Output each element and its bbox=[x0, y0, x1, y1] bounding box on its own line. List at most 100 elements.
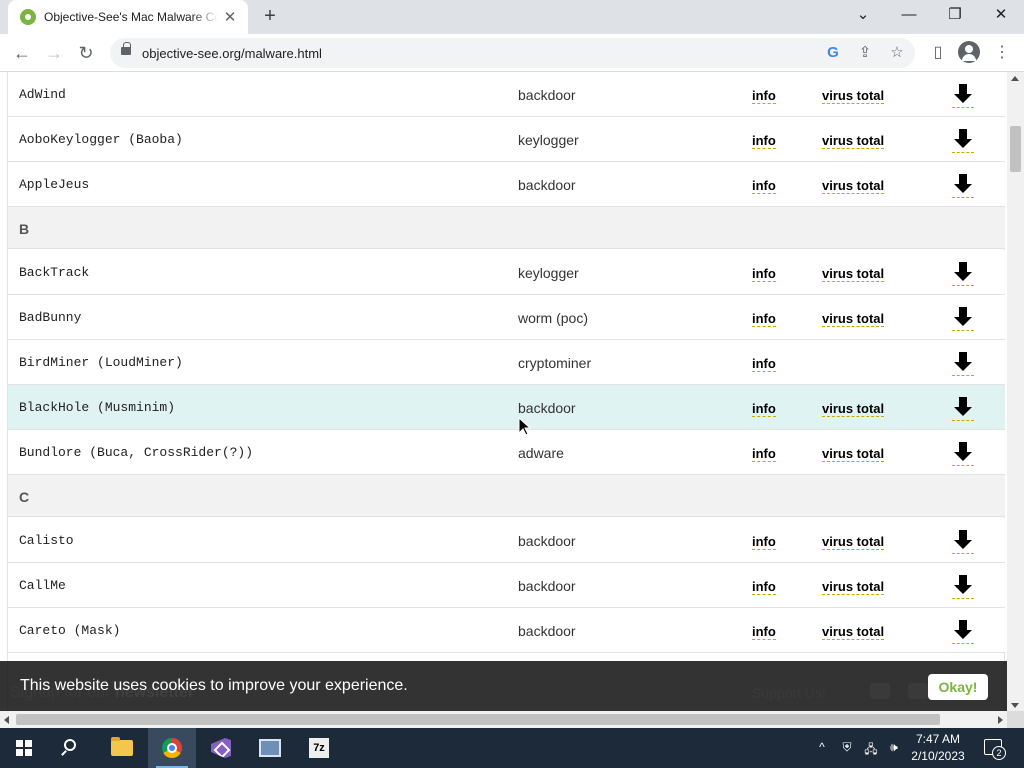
start-button[interactable] bbox=[0, 728, 48, 768]
minimize-button[interactable]: — bbox=[886, 0, 932, 30]
letter-section-header: C bbox=[8, 475, 1005, 517]
virus-total-link[interactable]: virus total bbox=[822, 88, 885, 104]
malware-row: CallMe backdoor info virus total bbox=[8, 563, 1005, 608]
malware-row: Calisto backdoor info virus total bbox=[8, 518, 1005, 563]
vertical-scroll-thumb[interactable] bbox=[1010, 126, 1021, 172]
browser-tab[interactable]: Objective-See's Mac Malware Collection ✕ bbox=[8, 0, 248, 34]
malware-name: BlackHole (Musminim) bbox=[19, 400, 176, 415]
back-button[interactable]: ← bbox=[8, 39, 36, 67]
info-link[interactable]: info bbox=[752, 446, 776, 462]
restore-button[interactable]: ❐ bbox=[932, 0, 978, 30]
folder-icon bbox=[111, 737, 133, 756]
menu-kebab-icon[interactable]: ⋮ bbox=[988, 39, 1016, 67]
bookmark-star-icon[interactable]: ☆ bbox=[887, 43, 907, 63]
share-icon[interactable]: ⇪ bbox=[855, 43, 875, 63]
show-hidden-icons-chevron-icon[interactable]: ^ bbox=[814, 740, 830, 756]
visual-studio-button[interactable] bbox=[197, 728, 245, 768]
scroll-left-arrow-icon[interactable] bbox=[4, 716, 9, 724]
info-link[interactable]: info bbox=[752, 356, 776, 372]
download-arrow-icon[interactable] bbox=[952, 305, 974, 331]
info-link[interactable]: info bbox=[752, 624, 776, 640]
virus-total-link[interactable]: virus total bbox=[822, 401, 885, 417]
clock-date: 2/10/2023 bbox=[911, 749, 965, 763]
system-clock[interactable]: 7:47 AM 2/10/2023 bbox=[900, 731, 976, 765]
download-arrow-icon[interactable] bbox=[952, 82, 974, 108]
clock-time: 7:47 AM bbox=[915, 732, 961, 746]
notification-center-icon[interactable]: 2 bbox=[984, 739, 1006, 760]
download-arrow-icon[interactable] bbox=[952, 127, 974, 153]
horizontal-scrollbar[interactable] bbox=[0, 711, 1007, 728]
malware-name: BackTrack bbox=[19, 265, 90, 280]
side-panel-icon[interactable]: ▯ bbox=[924, 39, 952, 67]
lock-icon[interactable] bbox=[121, 42, 131, 55]
reload-button[interactable]: ↻ bbox=[72, 39, 100, 67]
visual-studio-icon bbox=[211, 738, 231, 758]
info-link[interactable]: info bbox=[752, 311, 776, 327]
search-icon bbox=[64, 739, 76, 751]
url-text[interactable]: objective-see.org/malware.html bbox=[142, 46, 322, 61]
info-link[interactable]: info bbox=[752, 534, 776, 550]
screen: Objective-See's Mac Malware Collection ✕… bbox=[0, 0, 1024, 768]
download-arrow-icon[interactable] bbox=[952, 618, 974, 644]
virus-total-link[interactable]: virus total bbox=[822, 133, 885, 149]
cookie-okay-button[interactable]: Okay! bbox=[928, 674, 988, 700]
virus-total-link[interactable]: virus total bbox=[822, 624, 885, 640]
close-tab-icon[interactable]: ✕ bbox=[222, 8, 238, 26]
forward-button[interactable]: → bbox=[40, 39, 68, 67]
malware-name: Bundlore (Buca, CrossRider(?)) bbox=[19, 445, 254, 460]
file-explorer-button[interactable] bbox=[98, 728, 146, 768]
mouse-cursor-icon bbox=[518, 417, 532, 436]
info-link[interactable]: info bbox=[752, 401, 776, 417]
download-arrow-icon[interactable] bbox=[952, 260, 974, 286]
virus-total-link[interactable]: virus total bbox=[822, 311, 885, 327]
twitter-icon bbox=[870, 683, 890, 699]
network-icon[interactable]: 🖧 bbox=[862, 740, 880, 756]
info-link[interactable]: info bbox=[752, 178, 776, 194]
google-lens-icon[interactable]: G bbox=[823, 43, 843, 63]
download-arrow-icon[interactable] bbox=[952, 395, 974, 421]
7zip-icon: 7z bbox=[309, 738, 329, 758]
virus-total-link[interactable]: virus total bbox=[822, 446, 885, 462]
download-arrow-icon[interactable] bbox=[952, 440, 974, 466]
address-bar[interactable]: objective-see.org/malware.html G ⇪ ☆ bbox=[110, 38, 915, 68]
search-button[interactable] bbox=[48, 728, 96, 768]
info-link[interactable]: info bbox=[752, 133, 776, 149]
malware-row: AppleJeus backdoor info virus total bbox=[8, 162, 1005, 207]
virus-total-link[interactable]: virus total bbox=[822, 178, 885, 194]
info-link[interactable]: info bbox=[752, 579, 776, 595]
download-arrow-icon[interactable] bbox=[952, 573, 974, 599]
security-icon[interactable]: ⛨ bbox=[838, 740, 856, 756]
close-window-button[interactable]: ✕ bbox=[978, 0, 1024, 30]
chrome-taskbar-button[interactable] bbox=[148, 728, 196, 768]
malware-type: cryptominer bbox=[518, 355, 592, 371]
download-arrow-icon[interactable] bbox=[952, 528, 974, 554]
horizontal-scroll-thumb[interactable] bbox=[16, 714, 940, 725]
windows-logo-icon bbox=[16, 740, 32, 756]
windows-taskbar: 7z ^ ⛨ 🖧 🕪 7:47 AM 2/10/2023 2 bbox=[0, 728, 1024, 768]
malware-name: BirdMiner (LoudMiner) bbox=[19, 355, 183, 370]
scroll-right-arrow-icon[interactable] bbox=[998, 716, 1003, 724]
scroll-down-arrow-icon[interactable] bbox=[1011, 703, 1019, 708]
info-link[interactable]: info bbox=[752, 266, 776, 282]
app-window-button[interactable] bbox=[246, 728, 294, 768]
tab-search-chevron-icon[interactable]: ⌄ bbox=[840, 0, 886, 30]
notification-count: 2 bbox=[992, 746, 1006, 760]
vertical-scrollbar[interactable] bbox=[1007, 72, 1024, 712]
malware-row: Careto (Mask) backdoor info virus total bbox=[8, 608, 1005, 653]
7zip-button[interactable]: 7z bbox=[295, 728, 343, 768]
download-arrow-icon[interactable] bbox=[952, 172, 974, 198]
section-letter: C bbox=[19, 489, 30, 505]
download-arrow-icon[interactable] bbox=[952, 350, 974, 376]
scroll-up-arrow-icon[interactable] bbox=[1011, 76, 1019, 81]
app-window-icon bbox=[259, 739, 281, 757]
support-us-underlay: Support Us! bbox=[752, 685, 826, 701]
new-tab-button[interactable]: + bbox=[258, 4, 282, 28]
virus-total-link[interactable]: virus total bbox=[822, 266, 885, 282]
cookie-banner: Signup for our newsletter Support Us! Th… bbox=[0, 661, 1007, 711]
virus-total-link[interactable]: virus total bbox=[822, 579, 885, 595]
virus-total-link[interactable]: virus total bbox=[822, 534, 885, 550]
info-link[interactable]: info bbox=[752, 88, 776, 104]
profile-avatar-icon[interactable] bbox=[958, 41, 980, 63]
malware-name: BadBunny bbox=[19, 310, 82, 325]
malware-type: keylogger bbox=[518, 265, 579, 281]
